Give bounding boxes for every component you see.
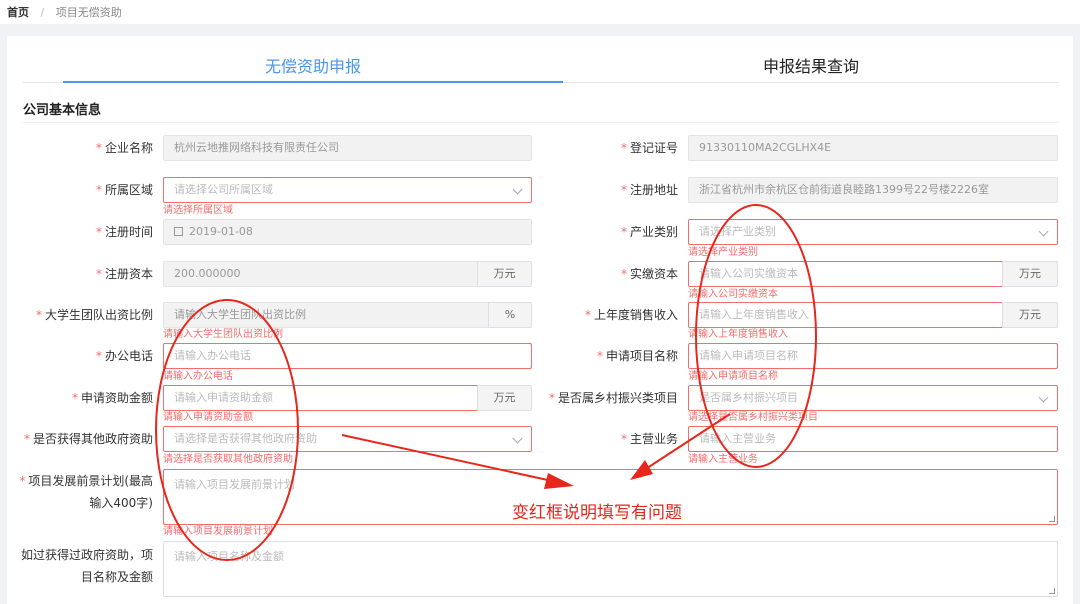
paid-capital-error: 请输入公司实缴资本 (688, 289, 778, 300)
tab-bar: 无偿资助申报 申报结果查询 (23, 54, 1059, 83)
label-paid-capital: * 实缴资本 (620, 267, 678, 281)
chevron-down-icon (1038, 392, 1049, 403)
chevron-down-icon (1038, 226, 1049, 237)
calendar-icon (174, 227, 183, 236)
other-funding-error: 请选择是否获取其他政府资助 (163, 454, 293, 465)
chevron-down-icon (512, 184, 523, 195)
resize-handle-icon[interactable] (1049, 588, 1055, 594)
tab-results[interactable]: 申报结果查询 (563, 54, 1059, 83)
section-divider (23, 122, 1059, 123)
breadcrumb-current: 项目无偿资助 (55, 6, 122, 19)
reg-number-field: 91330110MA2CGLHX4E (688, 135, 1058, 161)
industry-select[interactable]: 请选择产业类别 (688, 219, 1058, 245)
dev-plan-error: 请输入项目发展前景计划 (163, 526, 273, 537)
label-dev-plan: * 项目发展前景计划(最高 输入400字) (19, 474, 153, 510)
reg-capital-unit: 万元 (477, 261, 532, 287)
student-ratio-unit: % (488, 302, 532, 328)
breadcrumb-home[interactable]: 首页 (7, 6, 29, 19)
label-reg-number: * 登记证号 (620, 141, 678, 155)
label-project-name: * 申请项目名称 (596, 349, 678, 363)
label-reg-date: * 注册时间 (95, 225, 153, 239)
label-industry: * 产业类别 (620, 225, 678, 239)
label-last-year-sales: * 上年度销售收入 (584, 308, 678, 322)
other-funding-select[interactable]: 请选择是否获得其他政府资助 (163, 426, 532, 452)
company-name-field: 杭州云地推网络科技有限责任公司 (163, 135, 532, 161)
office-phone-input[interactable]: 请输入办公电话 (163, 343, 532, 369)
last-year-sales-input[interactable]: 请输入上年度销售收入 (688, 302, 1003, 328)
rural-project-select[interactable]: 是否属乡村振兴项目 (688, 385, 1058, 411)
label-region: * 所属区域 (95, 183, 153, 197)
past-funding-textarea[interactable]: 请输入项目名称及金额 (163, 541, 1058, 597)
label-student-ratio: * 大学生团队出资比例 (35, 308, 153, 322)
label-other-funding: * 是否获得其他政府资助 (23, 432, 153, 446)
label-rural-project: * 是否属乡村振兴类项目 (548, 391, 678, 405)
office-phone-error: 请输入办公电话 (163, 371, 233, 382)
funding-amount-unit: 万元 (477, 385, 532, 411)
project-name-error: 请输入申请项目名称 (688, 371, 778, 382)
industry-error: 请选择产业类别 (688, 247, 758, 258)
student-ratio-input[interactable]: 请输入大学生团队出资比例 (163, 302, 489, 328)
label-reg-capital: * 注册资本 (95, 267, 153, 281)
reg-capital-field: 200.000000 (163, 261, 478, 287)
project-name-input[interactable]: 请输入申请项目名称 (688, 343, 1058, 369)
breadcrumb-separator: / (40, 6, 45, 19)
main-business-input[interactable]: 请输入主营业务 (688, 426, 1058, 452)
region-select[interactable]: 请选择公司所属区域 (163, 177, 532, 203)
label-funding-amount: * 申请资助金额 (71, 391, 153, 405)
last-year-sales-unit: 万元 (1002, 302, 1058, 328)
resize-handle-icon[interactable] (1049, 516, 1055, 522)
student-ratio-error: 请输入大学生团队出资比例 (163, 329, 283, 340)
rural-project-error: 请选择是否属乡村振兴类项目 (688, 412, 818, 423)
chevron-down-icon (512, 433, 523, 444)
region-error: 请选择所属区域 (163, 205, 233, 216)
funding-amount-error: 请输入申请资助金额 (163, 412, 253, 423)
section-title: 公司基本信息 (23, 103, 102, 118)
main-business-error: 请输入主营业务 (688, 454, 758, 465)
label-main-business: * 主营业务 (620, 432, 678, 446)
tab-apply[interactable]: 无偿资助申报 (63, 54, 563, 83)
reg-address-field: 浙江省杭州市余杭区仓前街道良睦路1399号22号楼2226室 (688, 177, 1058, 203)
reg-date-field: 2019-01-08 (163, 219, 532, 245)
paid-capital-unit: 万元 (1002, 261, 1058, 287)
label-company-name: * 企业名称 (95, 141, 153, 155)
label-reg-address: * 注册地址 (620, 183, 678, 197)
paid-capital-input[interactable]: 请输入公司实缴资本 (688, 261, 1003, 287)
label-past-funding: 如过获得过政府资助，项 目名称及金额 (20, 548, 153, 584)
last-year-sales-error: 请输入上年度销售收入 (688, 329, 788, 340)
funding-amount-input[interactable]: 请输入申请资助金额 (163, 385, 478, 411)
label-office-phone: * 办公电话 (95, 349, 153, 363)
breadcrumb: 首页 / 项目无偿资助 (0, 0, 1080, 24)
annotation-caption: 变红框说明填写有问题 (512, 503, 682, 523)
